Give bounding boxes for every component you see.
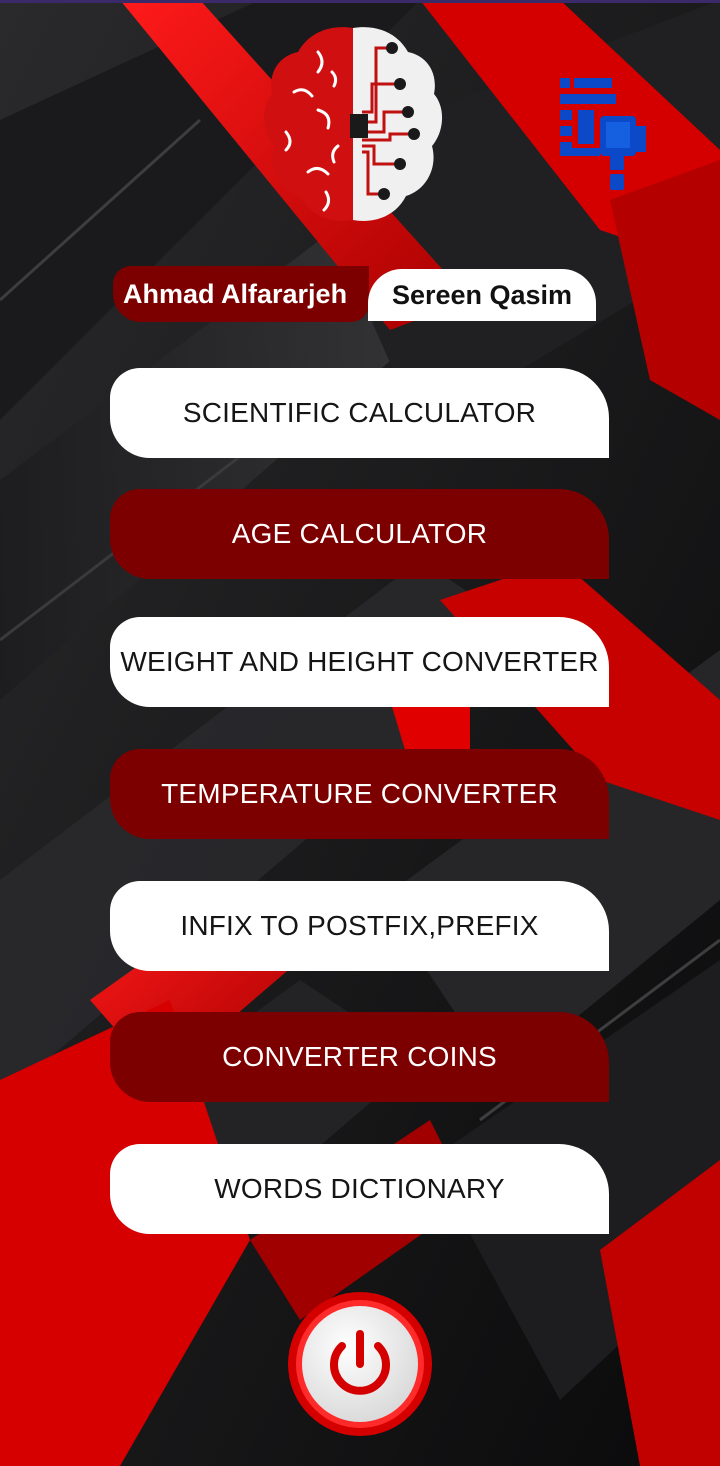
age-calculator-button[interactable]: AGE CALCULATOR	[110, 489, 609, 579]
converter-coins-button[interactable]: CONVERTER COINS	[110, 1012, 609, 1102]
brain-circuit-icon	[263, 27, 443, 221]
power-icon[interactable]	[286, 1290, 434, 1438]
author-name-left: Ahmad Alfararjeh	[113, 266, 369, 322]
document-edit-icon[interactable]	[556, 76, 654, 194]
top-divider	[0, 0, 720, 3]
scientific-calculator-button[interactable]: SCIENTIFIC CALCULATOR	[110, 368, 609, 458]
infix-postfix-prefix-button[interactable]: INFIX TO POSTFIX,PREFIX	[110, 881, 609, 971]
temperature-converter-button[interactable]: TEMPERATURE CONVERTER	[110, 749, 609, 839]
weight-height-converter-button[interactable]: WEIGHT AND HEIGHT CONVERTER	[110, 617, 609, 707]
author-name-right: Sereen Qasim	[368, 269, 596, 321]
words-dictionary-button[interactable]: WORDS DICTIONARY	[110, 1144, 609, 1234]
main-screen: Ahmad Alfararjeh Sereen Qasim SCIENTIFIC…	[0, 0, 720, 1466]
